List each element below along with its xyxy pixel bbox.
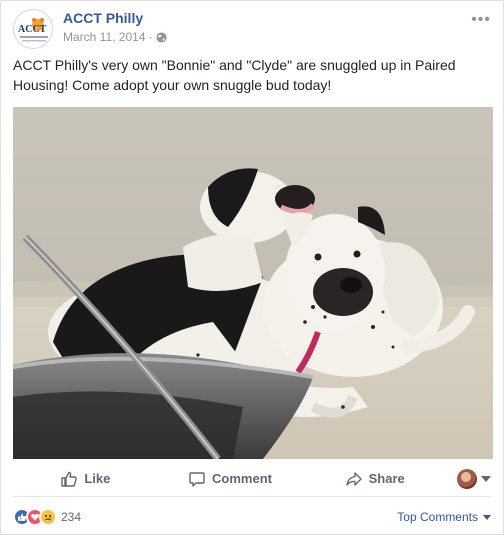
caret-down-icon bbox=[483, 514, 491, 520]
meta-separator: · bbox=[148, 30, 153, 44]
acct-logo-icon: ACCT bbox=[15, 11, 52, 48]
thumbs-up-icon bbox=[61, 471, 78, 487]
chevron-down-icon bbox=[481, 475, 492, 482]
reactions-summary[interactable]: 234 bbox=[13, 508, 81, 526]
svg-text:ACCT: ACCT bbox=[18, 24, 47, 35]
share-button[interactable]: Share bbox=[302, 463, 447, 495]
sad-reaction-icon bbox=[39, 508, 57, 526]
comment-icon bbox=[189, 471, 205, 487]
like-label: Like bbox=[84, 471, 111, 486]
share-as-selector[interactable] bbox=[447, 468, 492, 489]
post-meta: March 11, 2014 · bbox=[63, 30, 167, 44]
more-options-icon[interactable]: ••• bbox=[471, 11, 491, 29]
share-label: Share bbox=[368, 471, 405, 486]
post-date[interactable]: March 11, 2014 bbox=[63, 30, 146, 44]
post-header: ACCT ACCT Philly March 11, 2014 · ••• bbox=[13, 9, 491, 49]
post-footer: 234 Top Comments bbox=[13, 506, 491, 528]
comment-label: Comment bbox=[212, 471, 272, 486]
comment-button[interactable]: Comment bbox=[158, 463, 303, 495]
like-button[interactable]: Like bbox=[13, 463, 158, 495]
dogs-photo-image bbox=[13, 107, 493, 459]
top-comments-label: Top Comments bbox=[397, 510, 478, 524]
top-comments-dropdown[interactable]: Top Comments bbox=[397, 510, 491, 524]
globe-icon[interactable] bbox=[155, 31, 167, 43]
share-arrow-icon bbox=[345, 471, 362, 486]
post-photo[interactable] bbox=[13, 107, 493, 459]
page-avatar[interactable]: ACCT bbox=[13, 9, 53, 49]
post-actions-bar: Like Comment Share bbox=[13, 461, 492, 497]
page-name-link[interactable]: ACCT Philly bbox=[63, 10, 143, 26]
facebook-post: ACCT ACCT Philly March 11, 2014 · ••• AC… bbox=[0, 0, 504, 535]
post-caption: ACCT Philly's very own "Bonnie" and "Cly… bbox=[13, 57, 456, 93]
reaction-count: 234 bbox=[61, 510, 82, 524]
user-avatar bbox=[457, 468, 478, 489]
